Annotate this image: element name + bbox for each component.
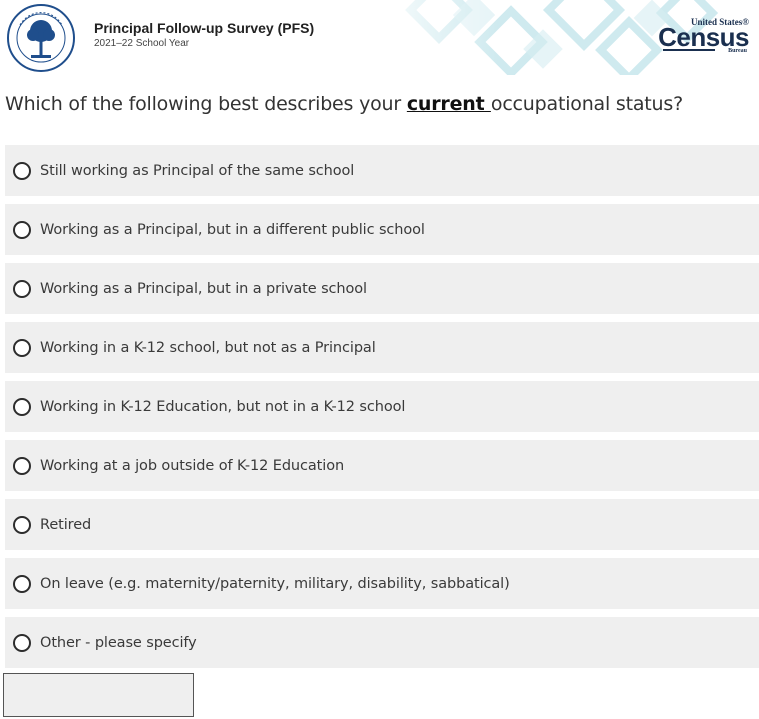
census-logo-bar xyxy=(663,49,715,51)
question-text: Which of the following best describes yo… xyxy=(5,93,755,115)
option-label: Still working as Principal of the same s… xyxy=(40,162,355,179)
option-label: Working as a Principal, but in a differe… xyxy=(40,221,425,238)
question-prefix: Which of the following best describes yo… xyxy=(5,93,407,115)
school-year: 2021–22 School Year xyxy=(94,38,190,49)
option-label: Other - please specify xyxy=(40,634,197,651)
option-label: Working at a job outside of K-12 Educati… xyxy=(40,457,345,474)
option-label: On leave (e.g. maternity/paternity, mili… xyxy=(40,575,510,592)
option-label: Retired xyxy=(40,516,92,533)
question-suffix: occupational status? xyxy=(490,93,683,115)
radio-button-icon[interactable] xyxy=(13,574,31,593)
census-logo-census: Census xyxy=(658,22,749,52)
option-label: Working in K-12 Education, but not in a … xyxy=(40,398,406,415)
radio-button-icon[interactable] xyxy=(13,220,31,239)
radio-button-icon[interactable] xyxy=(13,279,31,298)
radio-button-icon[interactable] xyxy=(13,161,31,180)
other-specify-input[interactable] xyxy=(3,673,194,717)
option-principal-different-public-school[interactable]: Working as a Principal, but in a differe… xyxy=(5,204,759,255)
option-label: Working as a Principal, but in a private… xyxy=(40,280,367,297)
option-label: Working in a K-12 school, but not as a P… xyxy=(40,339,376,356)
option-outside-k12[interactable]: Working at a job outside of K-12 Educati… xyxy=(5,440,759,491)
question-emphasis: current xyxy=(406,93,491,115)
option-on-leave[interactable]: On leave (e.g. maternity/paternity, mili… xyxy=(5,558,759,609)
radio-button-icon[interactable] xyxy=(13,633,31,652)
radio-button-icon[interactable] xyxy=(13,338,31,357)
option-k12-education-not-school[interactable]: Working in K-12 Education, but not in a … xyxy=(5,381,759,432)
answer-options: Still working as Principal of the same s… xyxy=(5,145,759,676)
education-seal-icon xyxy=(7,4,75,72)
radio-button-icon[interactable] xyxy=(13,456,31,475)
radio-button-icon[interactable] xyxy=(13,515,31,534)
option-retired[interactable]: Retired xyxy=(5,499,759,550)
census-logo-bureau: Bureau xyxy=(728,48,747,54)
survey-title: Principal Follow-up Survey (PFS) xyxy=(94,20,315,36)
option-principal-private-school[interactable]: Working as a Principal, but in a private… xyxy=(5,263,759,314)
census-bureau-logo: United States® Census Bureau xyxy=(658,14,751,56)
option-other-specify[interactable]: Other - please specify xyxy=(5,617,759,668)
radio-button-icon[interactable] xyxy=(13,397,31,416)
option-still-working-principal[interactable]: Still working as Principal of the same s… xyxy=(5,145,759,196)
option-k12-school-not-principal[interactable]: Working in a K-12 school, but not as a P… xyxy=(5,322,759,373)
survey-header: Principal Follow-up Survey (PFS) 2021–22… xyxy=(0,0,759,80)
